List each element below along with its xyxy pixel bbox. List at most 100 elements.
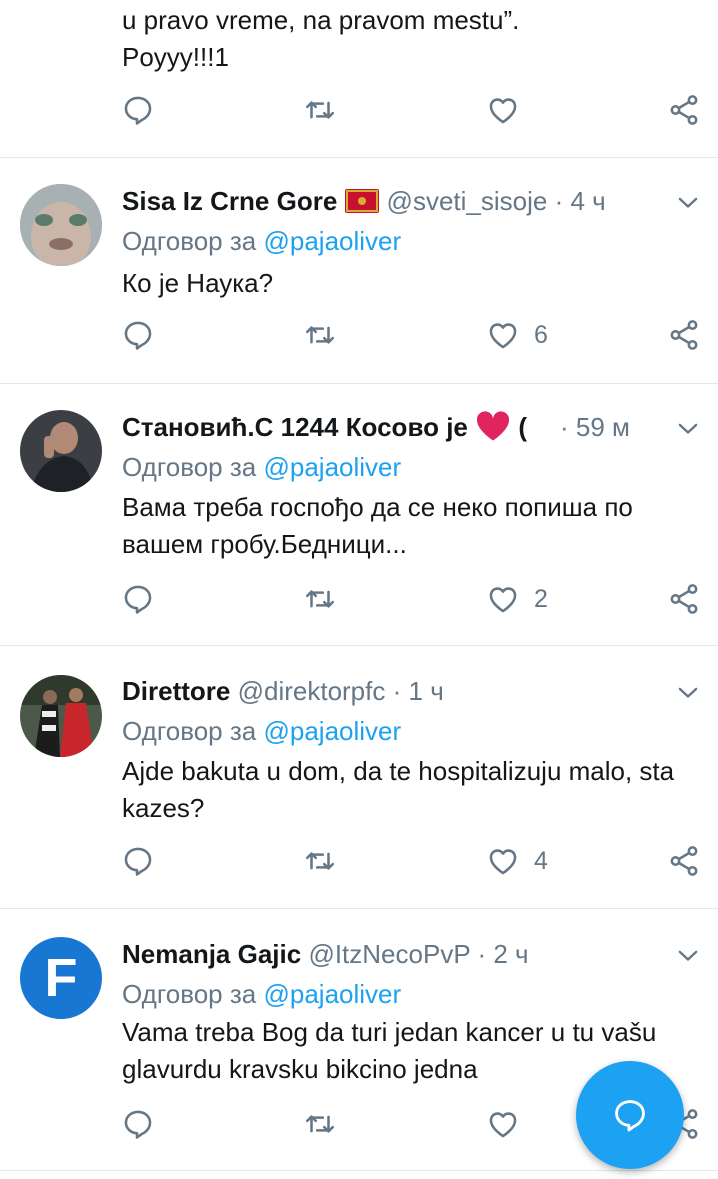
like-button[interactable]: 2 xyxy=(486,577,548,621)
tweet-text-line: Poyyy!!!1 xyxy=(122,42,229,72)
tweet[interactable]: Sisa Iz Crne Gore @sveti_sisoje · 4 ч Од… xyxy=(0,157,718,384)
display-name[interactable]: Становић.С 1244 Косово је xyxy=(122,412,468,442)
reply-mention-link[interactable]: @pajaoliver xyxy=(263,226,401,256)
avatar-letter: F xyxy=(44,948,78,1008)
retweet-icon xyxy=(303,1107,337,1141)
reply-icon xyxy=(121,844,155,878)
reply-mention-link[interactable]: @pajaoliver xyxy=(263,979,401,1009)
retweet-button[interactable] xyxy=(303,1102,337,1146)
reply-icon xyxy=(121,93,155,127)
timestamp[interactable]: 1 ч xyxy=(409,676,444,706)
reply-button[interactable] xyxy=(121,88,155,132)
share-button[interactable] xyxy=(667,313,701,357)
timestamp[interactable]: 4 ч xyxy=(570,186,605,216)
tweet-text: u pravo vreme, na pravom mestu”. Poyyy!!… xyxy=(122,2,698,76)
timestamp[interactable]: 2 ч xyxy=(493,939,528,969)
like-icon xyxy=(486,844,520,878)
tweet[interactable]: Direttore @direktorpfc · 1 ч Одговор за … xyxy=(0,645,718,909)
avatar[interactable] xyxy=(20,410,102,492)
like-icon xyxy=(486,93,520,127)
reply-context: Одговор за @pajaoliver xyxy=(122,447,401,487)
avatar[interactable] xyxy=(20,675,102,757)
montenegro-flag-icon xyxy=(345,184,380,213)
reply-context: Одговор за @pajaoliver xyxy=(122,974,401,1014)
avatar[interactable] xyxy=(20,184,102,266)
like-count: 4 xyxy=(534,846,548,875)
retweet-button[interactable] xyxy=(303,577,337,621)
tweet-actions xyxy=(0,88,718,132)
handle[interactable]: @sveti_sisoje xyxy=(387,186,548,216)
separator-dot: · xyxy=(477,939,487,969)
separator-dot: · xyxy=(554,186,564,216)
like-button[interactable] xyxy=(486,88,520,132)
retweet-icon xyxy=(303,844,337,878)
like-icon xyxy=(486,582,520,616)
tweet-header: Sisa Iz Crne Gore @sveti_sisoje · 4 ч xyxy=(122,181,718,221)
share-icon xyxy=(667,582,701,616)
share-button[interactable] xyxy=(667,839,701,883)
display-name[interactable]: Direttore xyxy=(122,676,230,706)
retweet-icon xyxy=(303,93,337,127)
chevron-down-icon[interactable] xyxy=(674,189,702,217)
handle[interactable]: @direktorpfc xyxy=(238,676,386,706)
separator-dot: · xyxy=(560,412,569,442)
tweet-actions: 2 xyxy=(0,577,718,621)
tweet-header: Direttore @direktorpfc · 1 ч xyxy=(122,671,718,711)
chevron-down-icon[interactable] xyxy=(674,415,702,443)
reply-context: Одговор за @pajaoliver xyxy=(122,221,401,261)
reply-icon xyxy=(121,582,155,616)
tweet-actions: 4 xyxy=(0,839,718,883)
red-heart-icon xyxy=(475,410,511,442)
retweet-button[interactable] xyxy=(303,313,337,357)
retweet-button[interactable] xyxy=(303,839,337,883)
like-icon xyxy=(486,318,520,352)
display-name[interactable]: Nemanja Gajic xyxy=(122,939,301,969)
reply-prefix: Одговор за xyxy=(122,716,257,746)
reply-button[interactable] xyxy=(121,313,155,357)
reply-prefix: Одговор за xyxy=(122,979,257,1009)
like-count: 2 xyxy=(534,584,548,613)
compose-reply-button[interactable] xyxy=(576,1061,684,1169)
share-icon xyxy=(667,844,701,878)
tweet-meta: · 59 м xyxy=(560,407,658,447)
tweet-text-line: u pravo vreme, na pravom mestu”. xyxy=(122,5,520,35)
retweet-icon xyxy=(303,318,337,352)
reply-button[interactable] xyxy=(121,839,155,883)
retweet-icon xyxy=(303,582,337,616)
chevron-down-icon[interactable] xyxy=(674,942,702,970)
reply-prefix: Одговор за xyxy=(122,226,257,256)
share-button[interactable] xyxy=(667,88,701,132)
tweet-header: Nemanja Gajic @ItzNecoPvP · 2 ч xyxy=(122,934,718,974)
reply-prefix: Одговор за xyxy=(122,452,257,482)
compose-reply-icon xyxy=(615,1100,645,1132)
tweet[interactable]: Становић.С 1244 Косово је ( · 59 м Одгов… xyxy=(0,383,718,646)
retweet-button[interactable] xyxy=(303,88,337,132)
share-button[interactable] xyxy=(667,577,701,621)
tweet-text: Ко је Наука? xyxy=(122,268,274,298)
reply-mention-link[interactable]: @pajaoliver xyxy=(263,452,401,482)
timestamp[interactable]: 59 м xyxy=(576,412,630,442)
reply-button[interactable] xyxy=(121,1102,155,1146)
tweet-partial[interactable]: u pravo vreme, na pravom mestu”. Poyyy!!… xyxy=(0,0,718,158)
like-icon xyxy=(486,1107,520,1141)
tweet-text: Вама треба госпођо да се неко попиша по … xyxy=(122,492,633,559)
reply-icon xyxy=(121,1107,155,1141)
tweet-actions: 6 xyxy=(0,313,718,357)
chevron-down-icon[interactable] xyxy=(674,679,702,707)
like-button[interactable] xyxy=(486,1102,520,1146)
like-button[interactable]: 4 xyxy=(486,839,548,883)
share-icon xyxy=(667,318,701,352)
separator-dot: · xyxy=(392,676,402,706)
like-button[interactable]: 6 xyxy=(486,313,548,357)
reply-icon xyxy=(121,318,155,352)
like-count: 6 xyxy=(534,320,548,349)
reply-mention-link[interactable]: @pajaoliver xyxy=(263,716,401,746)
display-name[interactable]: Sisa Iz Crne Gore xyxy=(122,186,337,216)
reply-context: Одговор за @pajaoliver xyxy=(122,711,401,751)
handle[interactable]: @ItzNecoPvP xyxy=(308,939,470,969)
avatar[interactable]: F xyxy=(20,937,102,1019)
reply-button[interactable] xyxy=(121,577,155,621)
share-icon xyxy=(667,93,701,127)
display-name-trailing: ( xyxy=(518,412,528,442)
tweet-text: Ajde bakuta u dom, da te hospitalizuju m… xyxy=(122,756,675,823)
